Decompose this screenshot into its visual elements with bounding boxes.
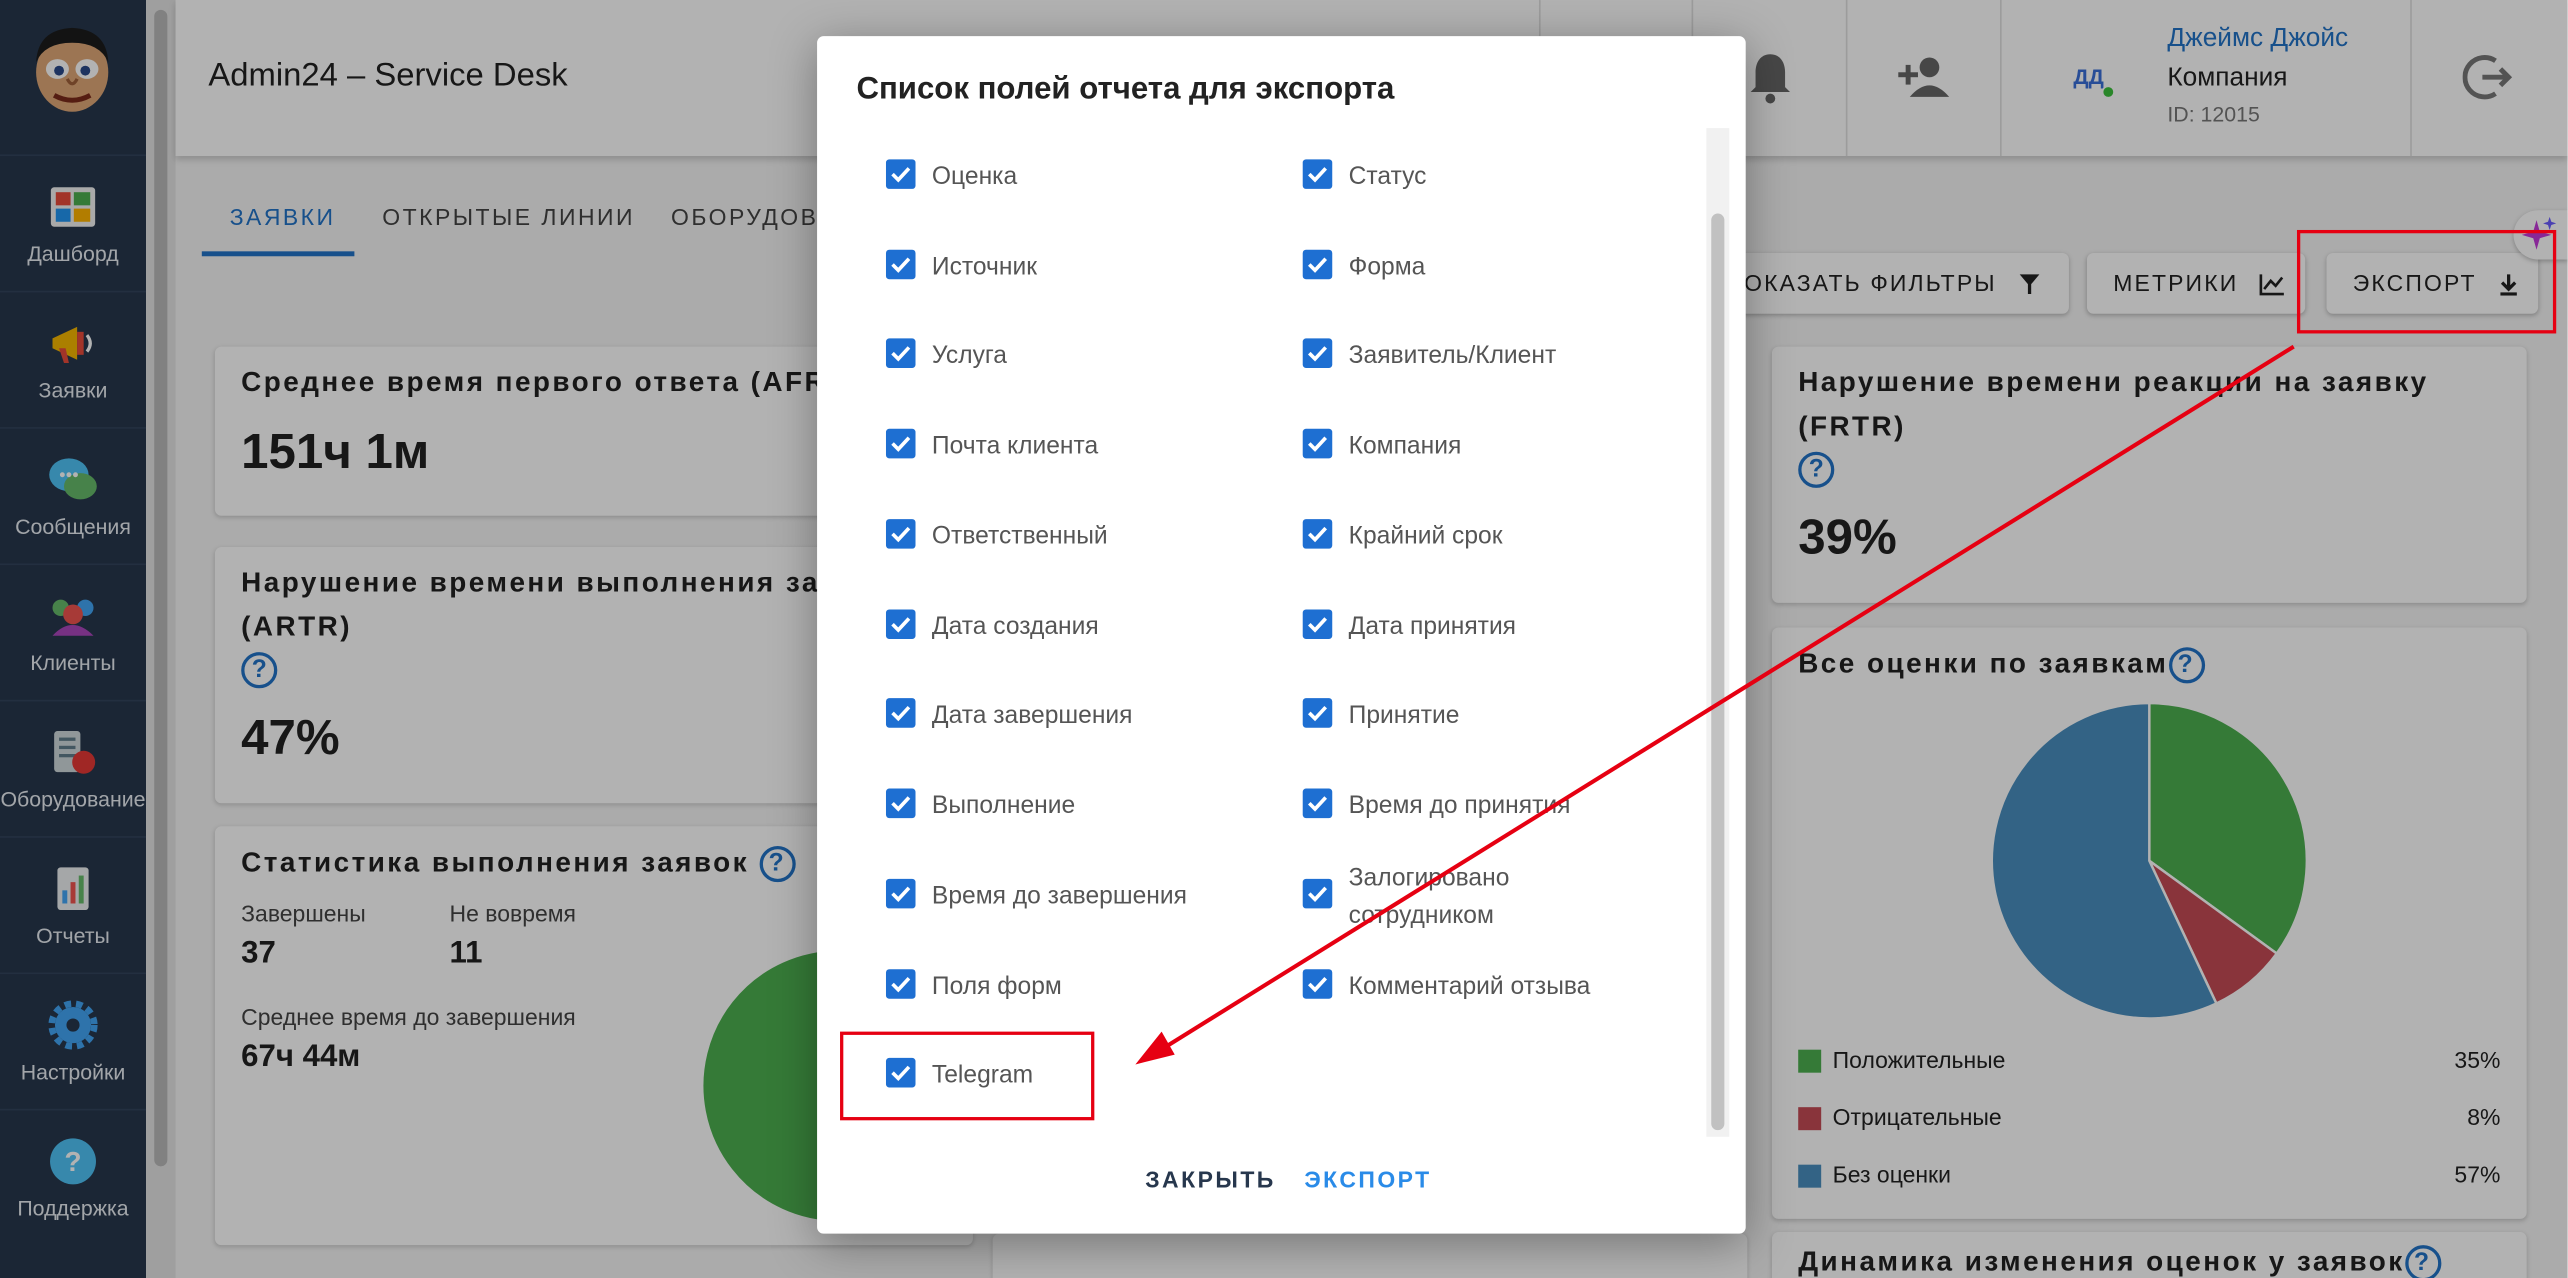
annotation-arrow xyxy=(1135,344,2295,1065)
